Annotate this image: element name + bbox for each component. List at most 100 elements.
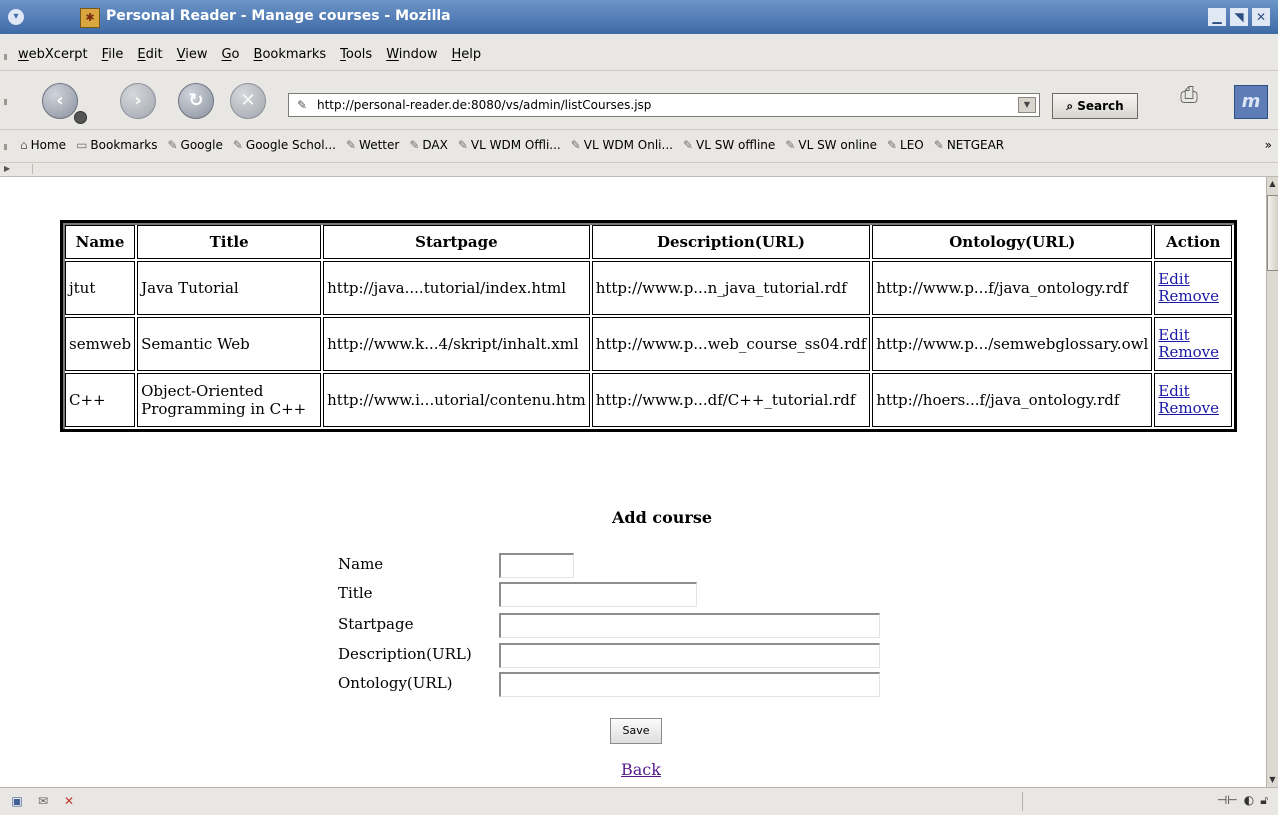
url-text[interactable]: http://personal-reader.de:8080/vs/admin/… [317, 98, 651, 112]
menu-help[interactable]: Help [451, 47, 481, 62]
column-header-action: Action [1154, 225, 1233, 259]
bookmark-leo[interactable]: ✎ LEO [887, 138, 924, 152]
bookmark-icon: ✎ [232, 138, 243, 152]
url-bar[interactable]: ✎ http://personal-reader.de:8080/vs/admin… [288, 93, 1040, 117]
print-icon[interactable]: ⎙ [1174, 83, 1204, 113]
close-icon[interactable]: ✕ [1252, 8, 1270, 26]
tab-strip-toggle-icon[interactable]: ▶ [4, 164, 33, 174]
save-button[interactable]: Save [610, 718, 662, 744]
title-input[interactable] [499, 582, 697, 607]
stop-icon: ✕ [240, 90, 256, 111]
bookmark-icon: ✎ [167, 138, 178, 152]
mail-icon[interactable]: ✉ [34, 793, 52, 809]
bookmark-home[interactable]: ⌂ Home [20, 138, 66, 152]
scroll-down-icon[interactable]: ▼ [1267, 773, 1278, 787]
add-course-heading: Add course [612, 508, 713, 527]
column-header-title: Title [137, 225, 322, 259]
bookmark-vl-sw-online[interactable]: ✎ VL SW online [785, 138, 877, 152]
window-title: Personal Reader - Manage courses - Mozil… [106, 8, 451, 24]
remove-link[interactable]: Remove [1158, 344, 1228, 361]
name-input[interactable] [499, 553, 574, 578]
toolbar-grip-icon[interactable] [4, 99, 13, 105]
back-arrow-icon: ‹ [56, 90, 64, 111]
edit-link[interactable]: Edit [1158, 327, 1228, 344]
bookmark-google-scholar[interactable]: ✎ Google Schol... [233, 138, 336, 152]
back-dropdown-icon[interactable] [74, 111, 87, 124]
cell-description: http://www.p...web_course_ss04.rdf [591, 317, 871, 371]
reload-button[interactable]: ↻ [178, 83, 214, 119]
menu-edit[interactable]: Edit [137, 47, 162, 62]
startpage-input[interactable] [499, 613, 880, 638]
bookmark-icon: ✎ [345, 138, 357, 152]
table-row: semweb Semantic Web http://www.k...4/skr… [65, 317, 1233, 371]
cell-action: Edit Remove [1154, 317, 1233, 371]
bookmark-vl-wdm-offline[interactable]: ✎ VL WDM Offli... [458, 138, 561, 152]
forward-button[interactable]: › [120, 83, 156, 119]
bookmark-icon: ✎ [682, 138, 694, 152]
maximize-icon[interactable]: ◥ [1230, 8, 1248, 26]
bookmark-icon: ✎ [886, 138, 898, 152]
menu-bookmarks[interactable]: Bookmarks [254, 47, 327, 62]
search-icon: ⌕ [1066, 99, 1074, 113]
menu-file[interactable]: File [102, 47, 124, 62]
menu-webxcerpt[interactable]: webXcerpt [18, 47, 88, 62]
cell-startpage: http://java....tutorial/index.html [323, 261, 590, 315]
toolbar-grip-icon[interactable] [4, 54, 13, 60]
mozilla-throbber-icon[interactable]: m [1234, 85, 1268, 119]
back-button[interactable]: ‹ [42, 83, 87, 124]
bookmarks-overflow-button[interactable]: » [1265, 138, 1272, 152]
status-separator [1022, 792, 1023, 811]
navigator-icon[interactable]: ▣ [8, 793, 26, 809]
navigation-toolbar: ‹ › ↻ ✕ ✎ http://personal-reader.de:8080/… [0, 71, 1278, 130]
menu-view[interactable]: View [177, 47, 208, 62]
description-input[interactable] [499, 643, 880, 668]
url-dropdown-icon[interactable]: ▼ [1018, 97, 1036, 113]
remove-link[interactable]: Remove [1158, 288, 1228, 305]
bookmark-bookmarks[interactable]: ▭ Bookmarks [76, 138, 157, 152]
menu-go[interactable]: Go [221, 47, 239, 62]
cell-title: Object-Oriented Programming in C++ [137, 373, 322, 427]
forward-arrow-icon: › [134, 90, 142, 111]
cell-title-line: Object-Oriented [141, 382, 264, 400]
bookmark-vl-wdm-online[interactable]: ✎ VL WDM Onli... [571, 138, 673, 152]
vertical-scrollbar[interactable]: ▲ ▼ [1266, 177, 1278, 787]
minimize-icon[interactable]: ▁ [1208, 8, 1226, 26]
cell-startpage: http://www.k...4/skript/inhalt.xml [323, 317, 590, 371]
bookmark-wetter[interactable]: ✎ Wetter [346, 138, 399, 152]
window-menu-icon[interactable]: ▾ [8, 9, 24, 25]
bookmark-netgear[interactable]: ✎ NETGEAR [934, 138, 1004, 152]
bookmark-dax[interactable]: ✎ DAX [409, 138, 448, 152]
table-row: jtut Java Tutorial http://java....tutori… [65, 261, 1233, 315]
scrollbar-thumb[interactable] [1267, 195, 1278, 271]
menu-window[interactable]: Window [386, 47, 437, 62]
cell-name: semweb [65, 317, 136, 371]
online-status-icon[interactable]: ⊣⊢ [1217, 793, 1238, 808]
title-label: Title [338, 584, 373, 602]
edit-link[interactable]: Edit [1158, 383, 1228, 400]
scroll-up-icon[interactable]: ▲ [1267, 177, 1278, 191]
bookmark-icon: ✎ [409, 138, 420, 152]
search-button[interactable]: ⌕ Search [1052, 93, 1138, 119]
bookmark-google[interactable]: ✎ Google [167, 138, 222, 152]
bookmark-vl-sw-offline[interactable]: ✎ VL SW offline [683, 138, 775, 152]
menu-tools[interactable]: Tools [340, 47, 372, 62]
startpage-label: Startpage [338, 615, 414, 633]
edit-link[interactable]: Edit [1158, 271, 1228, 288]
cell-description: http://www.p...n_java_tutorial.rdf [591, 261, 871, 315]
ontology-label: Ontology(URL) [338, 674, 453, 692]
courses-table: Name Title Startpage Description(URL) On… [60, 220, 1238, 432]
back-link[interactable]: Back [621, 760, 661, 779]
cookie-icon[interactable]: ◐ [1244, 793, 1254, 808]
cell-name: C++ [65, 373, 136, 427]
webxcerpt-icon[interactable]: ✕ [60, 793, 78, 809]
remove-link[interactable]: Remove [1158, 400, 1228, 417]
stop-button[interactable]: ✕ [230, 83, 266, 119]
toolbar-grip-icon[interactable] [4, 144, 13, 150]
window-titlebar: ▾ ✱ Personal Reader - Manage courses - M… [0, 0, 1278, 34]
ontology-input[interactable] [499, 672, 880, 697]
cell-action: Edit Remove [1154, 373, 1233, 427]
bookmark-icon: ✎ [457, 138, 468, 152]
lock-icon: 🔓︎ [1260, 793, 1268, 807]
column-header-ontology: Ontology(URL) [872, 225, 1153, 259]
cell-ontology: http://www.p...f/java_ontology.rdf [872, 261, 1153, 315]
